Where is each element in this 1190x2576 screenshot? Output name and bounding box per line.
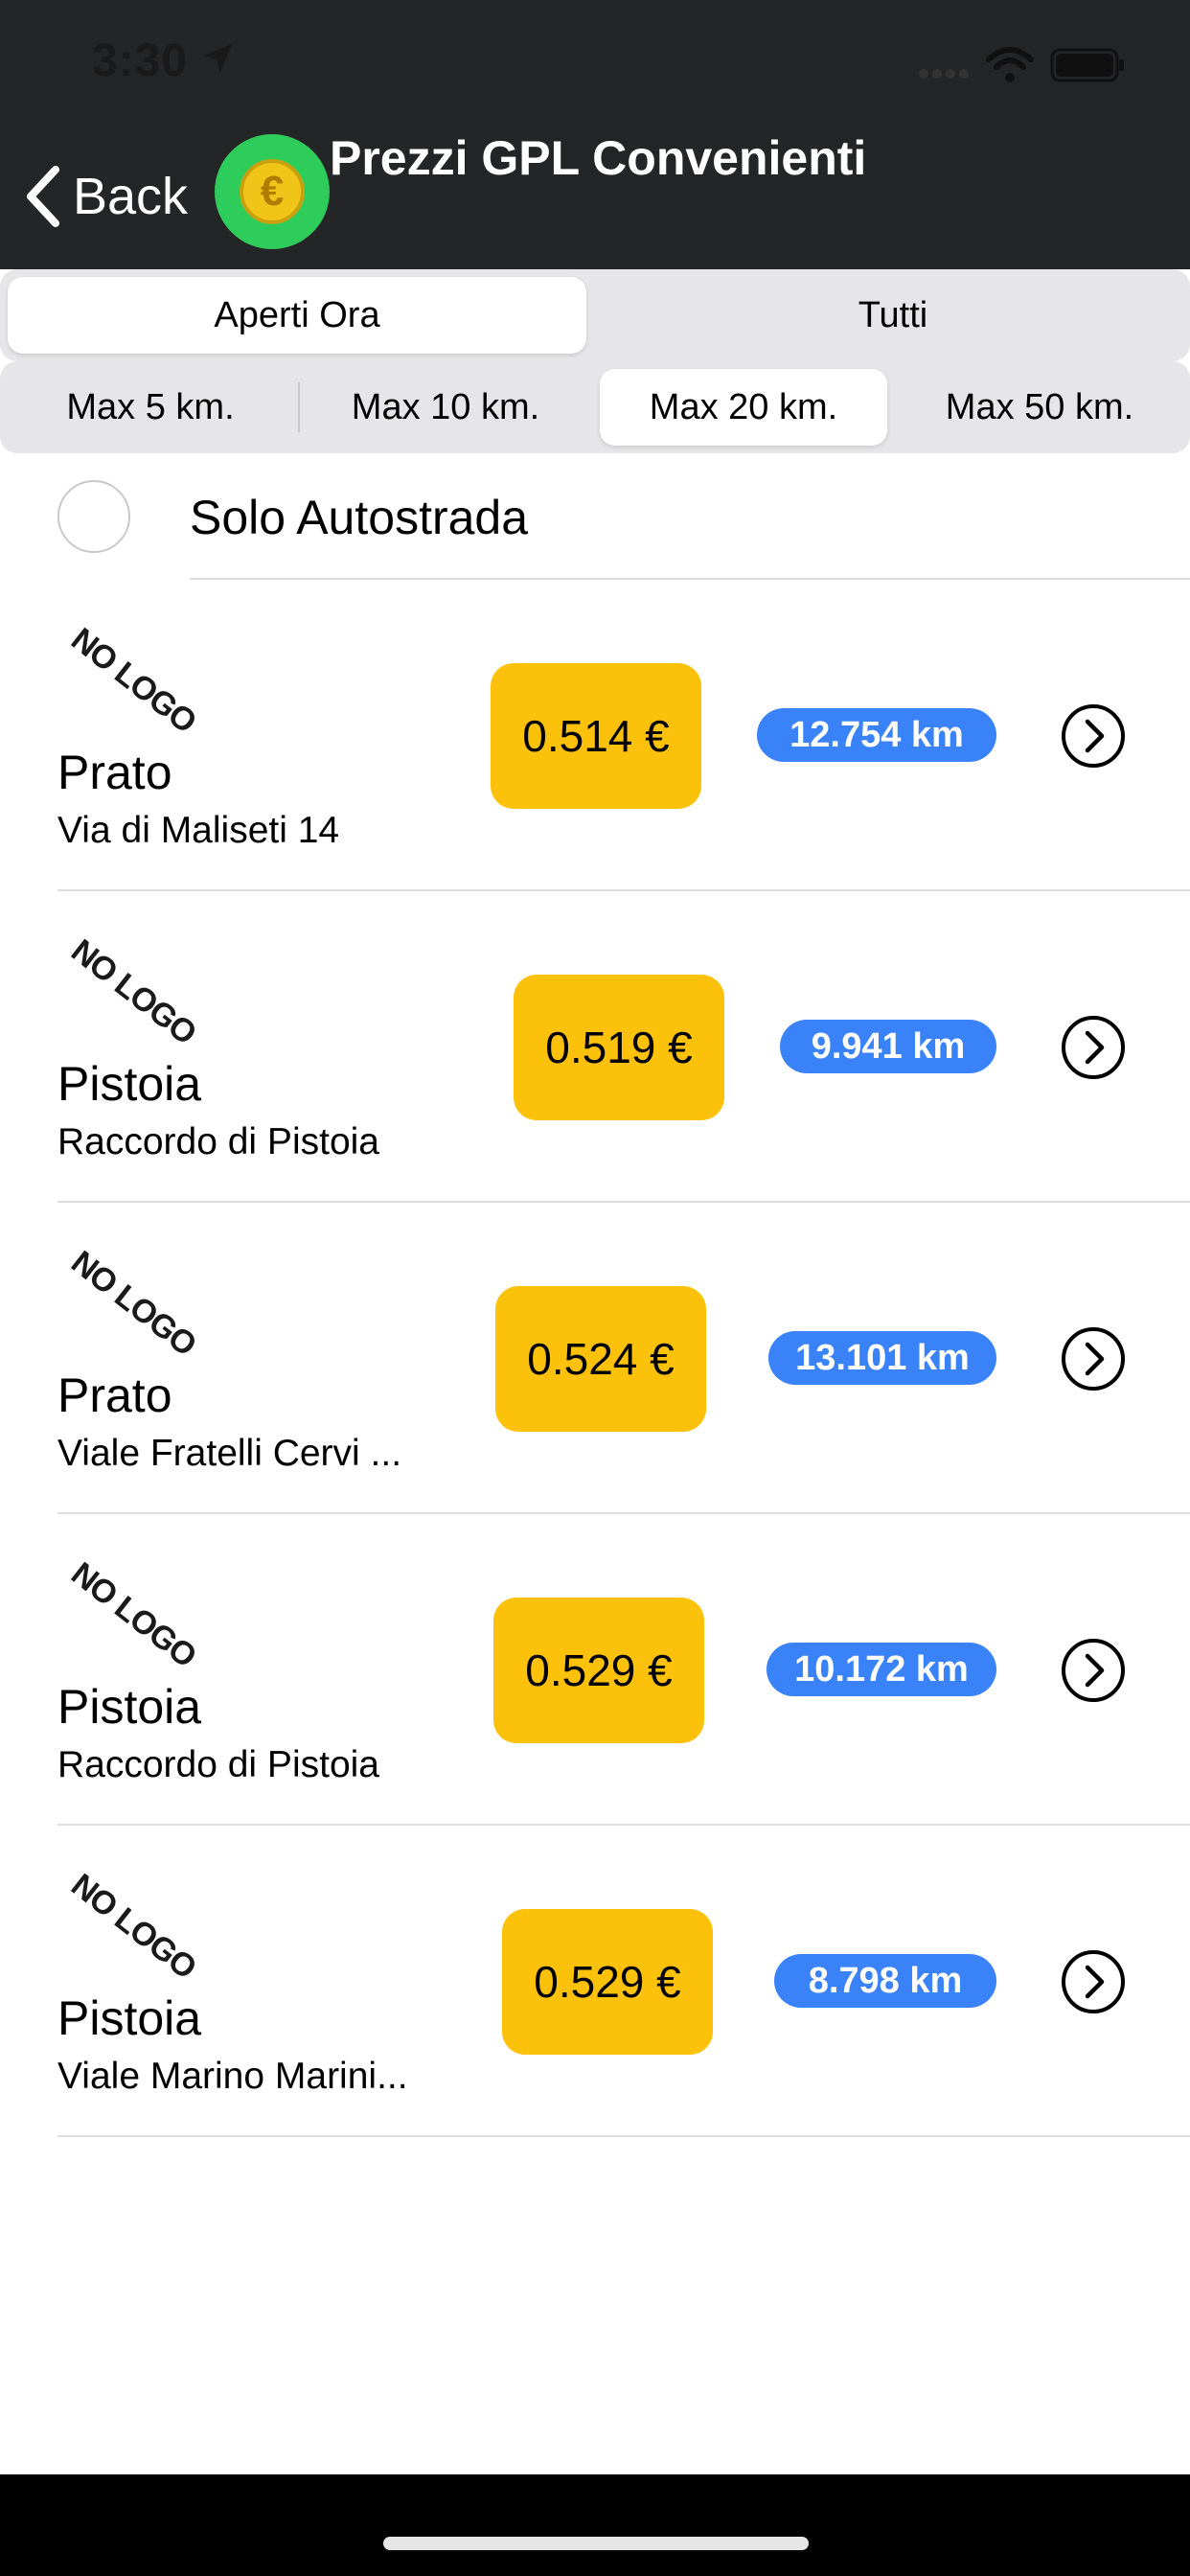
navigation-bar: 3:30 Back € Prezzi GPL Convenienti: [0, 0, 1190, 269]
no-logo-image: NO LOGO: [64, 932, 203, 1052]
segment-max-10[interactable]: Max 10 km.: [303, 369, 588, 446]
station-address: Viale Fratelli Cervi ...: [57, 1433, 402, 1474]
status-time: 3:30: [92, 35, 189, 86]
segment-aperti-ora[interactable]: Aperti Ora: [8, 277, 586, 354]
chevron-right-circle-icon[interactable]: [1060, 1637, 1127, 1704]
segment-max-5[interactable]: Max 5 km.: [8, 369, 293, 446]
chevron-right-circle-icon[interactable]: [1060, 1014, 1127, 1081]
home-indicator[interactable]: [383, 2537, 809, 2550]
bottom-bar: [0, 2474, 1190, 2576]
price-badge: 0.529 €: [493, 1598, 704, 1743]
status-filter-segmented-control: Aperti Ora Tutti: [0, 269, 1190, 361]
back-button[interactable]: Back: [23, 163, 188, 230]
distance-badge: 8.798 km: [774, 1954, 996, 2008]
price-badge: 0.529 €: [502, 1909, 713, 2055]
no-logo-image: NO LOGO: [64, 1554, 203, 1675]
back-label: Back: [73, 168, 189, 225]
signal-icon: [919, 69, 969, 79]
distance-filter-segmented-control: Max 5 km. Max 10 km. Max 20 km. Max 50 k…: [0, 361, 1190, 453]
station-row[interactable]: NO LOGO Prato Via di Maliseti 14 0.514 €…: [0, 580, 1190, 891]
distance-badge: 9.941 km: [780, 1020, 996, 1073]
station-row[interactable]: NO LOGO Prato Viale Fratelli Cervi ... 0…: [0, 1203, 1190, 1514]
price-badge: 0.519 €: [514, 975, 724, 1120]
station-row[interactable]: NO LOGO Pistoia Raccordo di Pistoia 0.51…: [0, 891, 1190, 1203]
price-badge: 0.524 €: [495, 1286, 706, 1432]
battery-icon: [1050, 48, 1124, 82]
euro-coin-icon: €: [240, 159, 305, 224]
solo-autostrada-label: Solo Autostrada: [190, 491, 529, 544]
segment-tutti[interactable]: Tutti: [604, 277, 1182, 354]
station-address: Raccordo di Pistoia: [57, 1744, 379, 1785]
segment-max-20[interactable]: Max 20 km.: [600, 369, 887, 446]
no-logo-image: NO LOGO: [64, 1243, 203, 1364]
price-badge: 0.514 €: [491, 663, 701, 809]
chevron-left-icon: [27, 166, 59, 227]
station-city: Pistoia: [57, 1680, 202, 1734]
chevron-right-circle-icon[interactable]: [1060, 1325, 1127, 1392]
no-logo-image: NO LOGO: [64, 1866, 203, 1987]
no-logo-image: NO LOGO: [64, 620, 203, 741]
station-row[interactable]: NO LOGO Pistoia Viale Marino Marini... 0…: [0, 1826, 1190, 2137]
station-city: Prato: [57, 746, 172, 799]
page-title: Prezzi GPL Convenienti: [330, 131, 867, 185]
app-logo: €: [215, 134, 330, 249]
solo-autostrada-row[interactable]: Solo Autostrada: [0, 453, 1190, 580]
station-city: Pistoia: [57, 1057, 202, 1111]
segment-divider: [298, 382, 300, 432]
solo-autostrada-radio[interactable]: [57, 480, 130, 553]
station-city: Pistoia: [57, 1991, 202, 2045]
divider: [57, 2135, 1190, 2137]
chevron-right-circle-icon[interactable]: [1060, 702, 1127, 770]
distance-badge: 12.754 km: [757, 708, 996, 762]
location-arrow-icon: [203, 44, 232, 73]
station-address: Raccordo di Pistoia: [57, 1121, 379, 1162]
station-address: Via di Maliseti 14: [57, 810, 340, 851]
chevron-right-circle-icon[interactable]: [1060, 1948, 1127, 2015]
station-city: Prato: [57, 1368, 172, 1422]
station-row[interactable]: NO LOGO Pistoia Raccordo di Pistoia 0.52…: [0, 1514, 1190, 1826]
wifi-icon: [986, 47, 1034, 82]
distance-badge: 10.172 km: [767, 1643, 996, 1696]
distance-badge: 13.101 km: [768, 1331, 996, 1385]
station-address: Viale Marino Marini...: [57, 2056, 408, 2097]
segment-max-50[interactable]: Max 50 km.: [897, 369, 1182, 446]
